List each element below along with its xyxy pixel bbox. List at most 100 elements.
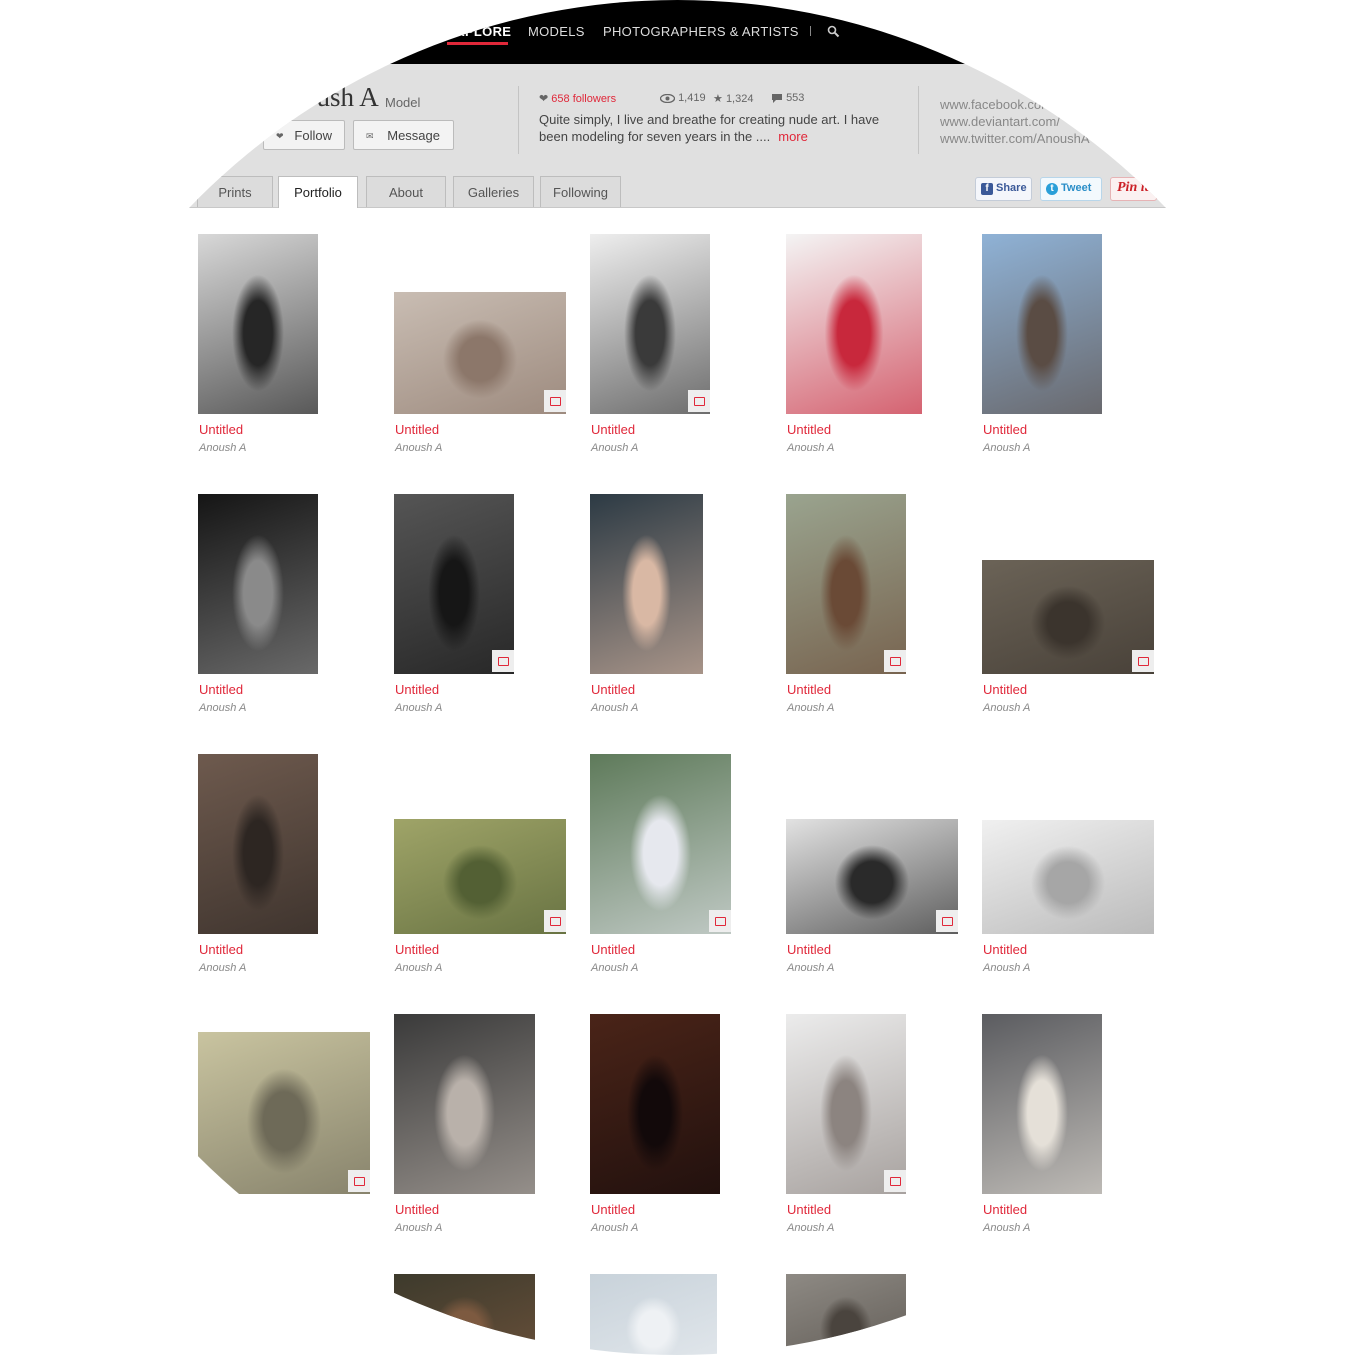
item-title[interactable]: Untitled [983, 1202, 1027, 1217]
print-available-icon[interactable] [709, 910, 731, 932]
item-author[interactable]: Anoush A [787, 1222, 834, 1234]
item-title[interactable]: Untitled [199, 1202, 243, 1217]
follow-button[interactable]: ❤ Follow [263, 120, 345, 150]
item-author[interactable]: Anoush A [395, 962, 442, 974]
item-author[interactable]: Anoush A [591, 442, 638, 454]
item-author[interactable]: Anoush A [395, 1222, 442, 1234]
portfolio-thumbnail[interactable] [590, 1274, 717, 1355]
nav-photographers-artists[interactable]: PHOTOGRAPHERS & ARTISTS [603, 24, 799, 39]
portfolio-thumbnail[interactable] [198, 754, 318, 934]
print-available-icon[interactable] [492, 650, 514, 672]
item-title[interactable]: Untitled [787, 942, 831, 957]
item-title[interactable]: Untitled [983, 682, 1027, 697]
envelope-icon: ✉ [366, 131, 374, 141]
item-author[interactable]: Anoush A [199, 1222, 246, 1234]
item-title[interactable]: Untitled [787, 1202, 831, 1217]
item-author[interactable]: Anoush A [199, 962, 246, 974]
portfolio-thumbnail[interactable] [590, 494, 703, 674]
portfolio-thumbnail[interactable] [198, 234, 318, 414]
item-author[interactable]: Anoush A [199, 702, 246, 714]
portfolio-thumbnail[interactable] [590, 1014, 720, 1194]
print-available-icon[interactable] [1132, 650, 1154, 672]
nav-models[interactable]: MODELS [528, 24, 585, 39]
portfolio-thumbnail[interactable] [590, 754, 731, 934]
item-title[interactable]: Untitled [395, 682, 439, 697]
item-author[interactable]: Anoush A [983, 702, 1030, 714]
tab-galleries[interactable]: Galleries [453, 176, 534, 207]
portfolio-thumbnail[interactable] [590, 234, 710, 414]
print-available-icon[interactable] [544, 390, 566, 412]
tab-about[interactable]: About [366, 176, 446, 207]
item-title[interactable]: Untitled [199, 942, 243, 957]
bio-text: Quite simply, I live and breathe for cre… [539, 112, 880, 144]
item-author[interactable]: Anoush A [395, 702, 442, 714]
pinterest-label: Pin it [1117, 180, 1149, 195]
facebook-share-label: Share [996, 182, 1027, 194]
item-author[interactable]: Anoush A [591, 1222, 638, 1234]
item-title[interactable]: Untitled [983, 422, 1027, 437]
portfolio-thumbnail[interactable] [982, 820, 1154, 934]
item-author[interactable]: Anoush A [983, 962, 1030, 974]
item-title[interactable]: Untitled [395, 422, 439, 437]
portfolio-thumbnail[interactable] [198, 1032, 370, 1194]
portfolio-thumbnail[interactable] [394, 494, 514, 674]
facebook-share-button[interactable]: f Share [975, 177, 1032, 201]
item-author[interactable]: Anoush A [591, 962, 638, 974]
item-title[interactable]: Untitled [199, 682, 243, 697]
portfolio-thumbnail[interactable] [394, 819, 566, 934]
followers-stat[interactable]: ❤ 658 followers [539, 92, 616, 105]
pinterest-button[interactable]: Pin it [1110, 177, 1157, 201]
item-title[interactable]: Untitled [395, 942, 439, 957]
item-title[interactable]: Untitled [983, 942, 1027, 957]
item-author[interactable]: Anoush A [395, 442, 442, 454]
link-twitter[interactable]: www.twitter.com/AnoushA [940, 130, 1090, 147]
portfolio-thumbnail[interactable] [394, 292, 566, 414]
print-available-icon[interactable] [544, 910, 566, 932]
item-author[interactable]: Anoush A [983, 1222, 1030, 1234]
portfolio-thumbnail[interactable] [786, 494, 906, 674]
tab-prints[interactable]: Prints [197, 176, 273, 207]
portfolio-thumbnail[interactable] [198, 494, 318, 674]
message-button[interactable]: ✉ Message [353, 120, 454, 150]
tab-following[interactable]: Following [540, 176, 621, 207]
portfolio-thumbnail[interactable] [786, 1274, 906, 1355]
favorites-stat: ★ 1,324 [713, 92, 753, 105]
print-available-icon[interactable] [688, 390, 710, 412]
link-deviantart[interactable]: www.deviantart.com/ [940, 113, 1090, 130]
twitter-bird-icon: t [1046, 183, 1058, 195]
tweet-button[interactable]: t Tweet [1040, 177, 1102, 201]
item-author[interactable]: Anoush A [787, 702, 834, 714]
tab-portfolio[interactable]: Portfolio [278, 176, 358, 208]
portfolio-thumbnail[interactable] [394, 1274, 535, 1355]
item-title[interactable]: Untitled [591, 682, 635, 697]
item-title[interactable]: Untitled [395, 1202, 439, 1217]
portfolio-thumbnail[interactable] [786, 234, 922, 414]
portfolio-thumbnail[interactable] [982, 1014, 1102, 1194]
print-available-icon[interactable] [348, 1170, 370, 1192]
link-facebook[interactable]: www.facebook.com/ [940, 96, 1090, 113]
item-title[interactable]: Untitled [591, 942, 635, 957]
print-available-icon[interactable] [884, 650, 906, 672]
item-author[interactable]: Anoush A [787, 962, 834, 974]
profile-role: Model [385, 95, 421, 110]
bio-more-link[interactable]: more [778, 129, 808, 144]
item-author[interactable]: Anoush A [983, 442, 1030, 454]
print-available-icon[interactable] [936, 910, 958, 932]
item-title[interactable]: Untitled [591, 422, 635, 437]
print-available-icon[interactable] [884, 1170, 906, 1192]
search-icon[interactable] [827, 25, 841, 39]
portfolio-thumbnail[interactable] [786, 1014, 906, 1194]
item-author[interactable]: Anoush A [787, 442, 834, 454]
portfolio-thumbnail[interactable] [982, 560, 1154, 674]
item-title[interactable]: Untitled [787, 682, 831, 697]
portfolio-thumbnail[interactable] [786, 819, 958, 934]
portfolio-thumbnail[interactable] [394, 1014, 535, 1194]
nav-explore[interactable]: EXPLORE [447, 24, 511, 39]
item-title[interactable]: Untitled [199, 422, 243, 437]
nav-divider [810, 26, 811, 36]
item-author[interactable]: Anoush A [591, 702, 638, 714]
portfolio-thumbnail[interactable] [982, 234, 1102, 414]
item-author[interactable]: Anoush A [199, 442, 246, 454]
item-title[interactable]: Untitled [591, 1202, 635, 1217]
item-title[interactable]: Untitled [787, 422, 831, 437]
